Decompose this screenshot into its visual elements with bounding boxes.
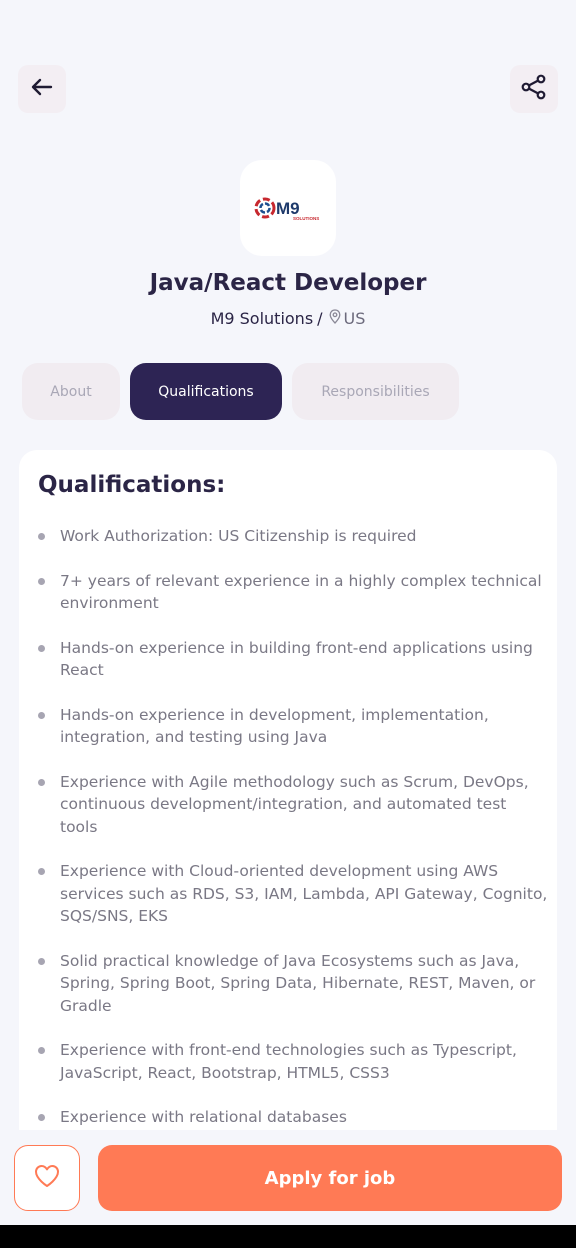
separator: / (317, 309, 323, 328)
company-location-line: M9 Solutions / US (0, 309, 576, 328)
list-item-text: Experience with Cloud-oriented developme… (60, 862, 548, 925)
list-item: Experience with Agile methodology such a… (38, 771, 548, 839)
favorite-button[interactable] (14, 1145, 80, 1211)
bullet-dot (38, 533, 45, 540)
bullet-dot (38, 778, 45, 786)
location-pin-icon (329, 309, 341, 328)
bullet-dot (38, 1047, 45, 1054)
job-title: Java/React Developer (149, 270, 427, 296)
back-button[interactable] (18, 65, 66, 113)
list-item: Experience with Cloud-oriented developme… (38, 860, 548, 928)
list-item: Solid practical knowledge of Java Ecosys… (38, 950, 548, 1018)
list-item: 7+ years of relevant experience in a hig… (38, 570, 548, 615)
bullet-dot (38, 711, 45, 719)
list-item-text: Hands-on experience in development, impl… (60, 705, 489, 747)
system-navigation-bar (0, 1225, 576, 1248)
list-item-text: 7+ years of relevant experience in a hig… (60, 571, 542, 613)
list-item: Experience with relational databases (38, 1106, 548, 1129)
bullet-dot (38, 644, 45, 652)
tab-responsibilities[interactable]: Responsibilities (292, 363, 459, 420)
list-item-text: Experience with Agile methodology such a… (60, 772, 529, 836)
list-item-text: Work Authorization: US Citizenship is re… (60, 527, 417, 545)
share-icon (521, 74, 547, 104)
apply-for-job-button[interactable]: Apply for job (98, 1145, 562, 1211)
arrow-left-icon (31, 78, 53, 100)
list-item: Work Authorization: US Citizenship is re… (38, 525, 548, 548)
section-heading: Qualifications: (38, 472, 226, 498)
logo-subtext: SOLUTIONS (293, 216, 319, 221)
list-item-text: Experience with relational databases (60, 1108, 347, 1126)
company-logo: M9 SOLUTIONS (254, 197, 319, 221)
tab-about[interactable]: About (22, 363, 120, 420)
company-logo-card: M9 SOLUTIONS (240, 160, 336, 256)
list-item-text: Experience with front-end technologies s… (60, 1041, 517, 1082)
list-item-text: Solid practical knowledge of Java Ecosys… (60, 951, 536, 1015)
company-name: M9 Solutions (210, 309, 314, 328)
bullet-dot (38, 577, 45, 585)
qualifications-card: Qualifications: Work Authorization: US C… (19, 450, 557, 1150)
tab-qualifications[interactable]: Qualifications (130, 363, 282, 420)
list-item-text: Hands-on experience in building front-en… (60, 638, 533, 680)
heart-icon (33, 1163, 61, 1193)
location-text: US (343, 309, 366, 328)
qualifications-list: Work Authorization: US Citizenship is re… (38, 525, 548, 1150)
bullet-dot (38, 957, 45, 965)
list-item: Hands-on experience in building front-en… (38, 637, 548, 682)
bullet-dot (38, 1114, 45, 1121)
list-item: Hands-on experience in development, impl… (38, 704, 548, 749)
list-item: Experience with front-end technologies s… (38, 1039, 548, 1084)
share-button[interactable] (510, 65, 558, 113)
bullet-dot (38, 868, 45, 875)
